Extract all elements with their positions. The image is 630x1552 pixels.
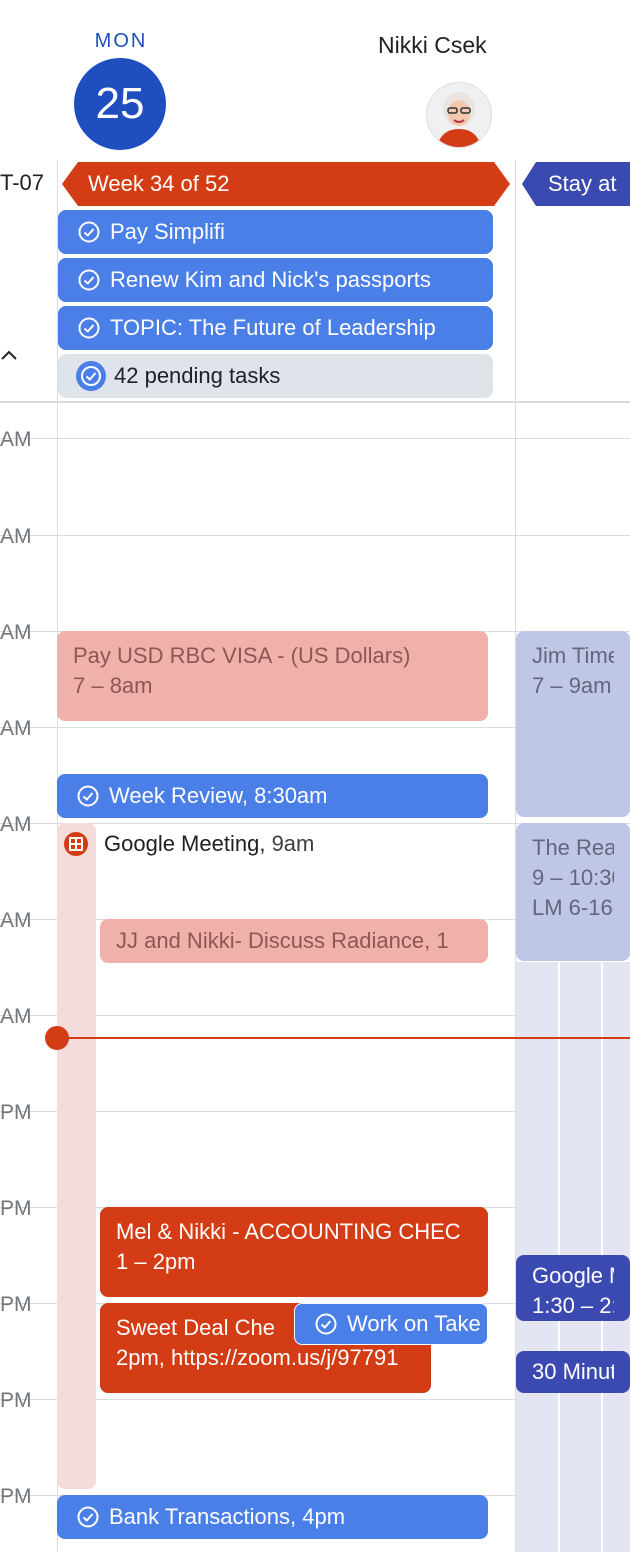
task-work-on[interactable]: Work on Take [294,1303,488,1345]
event-time: 2pm, https://zoom.us/j/97791 [116,1345,399,1370]
hour-label: AM [0,717,32,740]
event-time: 7 – 9am [532,673,612,698]
event-title: Google M [532,1263,614,1288]
task-renew-passports[interactable]: Renew Kim and Nick's passports [58,258,493,302]
task-time: 4pm [302,1504,346,1529]
hour-label: AM [0,909,32,932]
hour-gridline [0,438,630,439]
hour-label: PM [0,1101,32,1124]
current-time-line [57,1037,630,1039]
hour-label: PM [0,1485,32,1508]
event-time: 7 – 8am [73,673,153,698]
chevron-up-icon [1,350,17,360]
task-check-icon [77,785,99,807]
event-title: Jim Time [532,643,614,668]
event-30-minute[interactable]: 30 Minut [516,1351,630,1393]
hour-label: AM [0,621,32,644]
avatar[interactable] [426,82,492,148]
day-of-week: MON [94,30,148,52]
event-time: 1 – 2pm [116,1249,196,1274]
day-number-button[interactable]: 25 [74,58,166,150]
hour-label: PM [0,1389,32,1412]
task-topic-leadership[interactable]: TOPIC: The Future of Leadership [58,306,493,350]
task-check-icon [77,1506,99,1528]
hour-label: AM [0,428,32,451]
event-title: Mel & Nikki - ACCOUNTING CHEC [116,1219,461,1244]
next-column-allday-label: Stay at [548,171,617,196]
task-check-icon [78,269,100,291]
task-check-icon [78,317,100,339]
task-check-icon [315,1313,337,1335]
google-meeting-event-block[interactable] [57,823,96,1489]
task-title: Bank Transactions, [109,1504,297,1529]
week-number-label: Week 34 of 52 [88,171,230,196]
task-title: Work on Take [347,1311,481,1336]
event-google-m[interactable]: Google M 1:30 – 2:1 [516,1255,630,1321]
pending-tasks-label: 42 pending tasks [114,363,281,388]
task-check-icon [78,221,100,243]
event-mel-nikki-accounting[interactable]: Mel & Nikki - ACCOUNTING CHEC 1 – 2pm [100,1207,488,1297]
event-title: The Real [532,835,614,860]
event-the-real[interactable]: The Real 9 – 10:30 LM 6-16- [516,823,630,961]
event-time: 9am [271,831,315,856]
event-title: Pay USD RBC VISA - (US Dollars) [73,643,411,668]
task-time: 8:30am [254,783,328,808]
task-week-review[interactable]: Week Review, 8:30am [57,774,488,818]
collapse-all-day-button[interactable] [0,346,18,364]
timezone-label: T-07 [0,170,45,195]
task-pay-simplifi[interactable]: Pay Simplifi [58,210,493,254]
task-label: Renew Kim and Nick's passports [110,267,431,292]
current-time-dot [45,1026,69,1050]
pending-check-icon [76,361,106,391]
hour-label: AM [0,813,32,836]
event-detail: LM 6-16- [532,895,614,920]
event-pay-usd-visa[interactable]: Pay USD RBC VISA - (US Dollars) 7 – 8am [57,631,488,721]
next-column-allday-event[interactable]: Stay at [522,162,630,206]
hour-label: PM [0,1293,32,1316]
event-time: 9 – 10:30 [532,865,614,890]
event-title: 30 Minut [532,1359,614,1384]
pending-tasks-chip[interactable]: 42 pending tasks [58,354,493,398]
calendar-grid-icon [64,832,88,856]
google-meeting-label[interactable]: Google Meeting, 9am [104,831,314,857]
task-title: Week Review, [109,783,248,808]
hour-gridline [0,535,630,536]
event-title: JJ and Nikki- Discuss Radiance, 1 [116,928,449,953]
allday-separator [0,401,630,403]
event-jj-nikki[interactable]: JJ and Nikki- Discuss Radiance, 1 [100,919,488,963]
event-title: Google Meeting, [104,831,266,856]
hour-label: PM [0,1197,32,1220]
hour-label: AM [0,1005,32,1028]
task-label: TOPIC: The Future of Leadership [110,315,436,340]
person-avatar-icon [427,83,491,147]
hour-label: AM [0,525,32,548]
event-time: 1:30 – 2:1 [532,1293,614,1318]
week-number-banner[interactable]: Week 34 of 52 [62,162,510,206]
task-bank-transactions[interactable]: Bank Transactions, 4pm [57,1495,488,1539]
calendar-owner-name: Nikki Csek [378,32,487,58]
event-jim-time[interactable]: Jim Time 7 – 9am [516,631,630,817]
task-label: Pay Simplifi [110,219,225,244]
